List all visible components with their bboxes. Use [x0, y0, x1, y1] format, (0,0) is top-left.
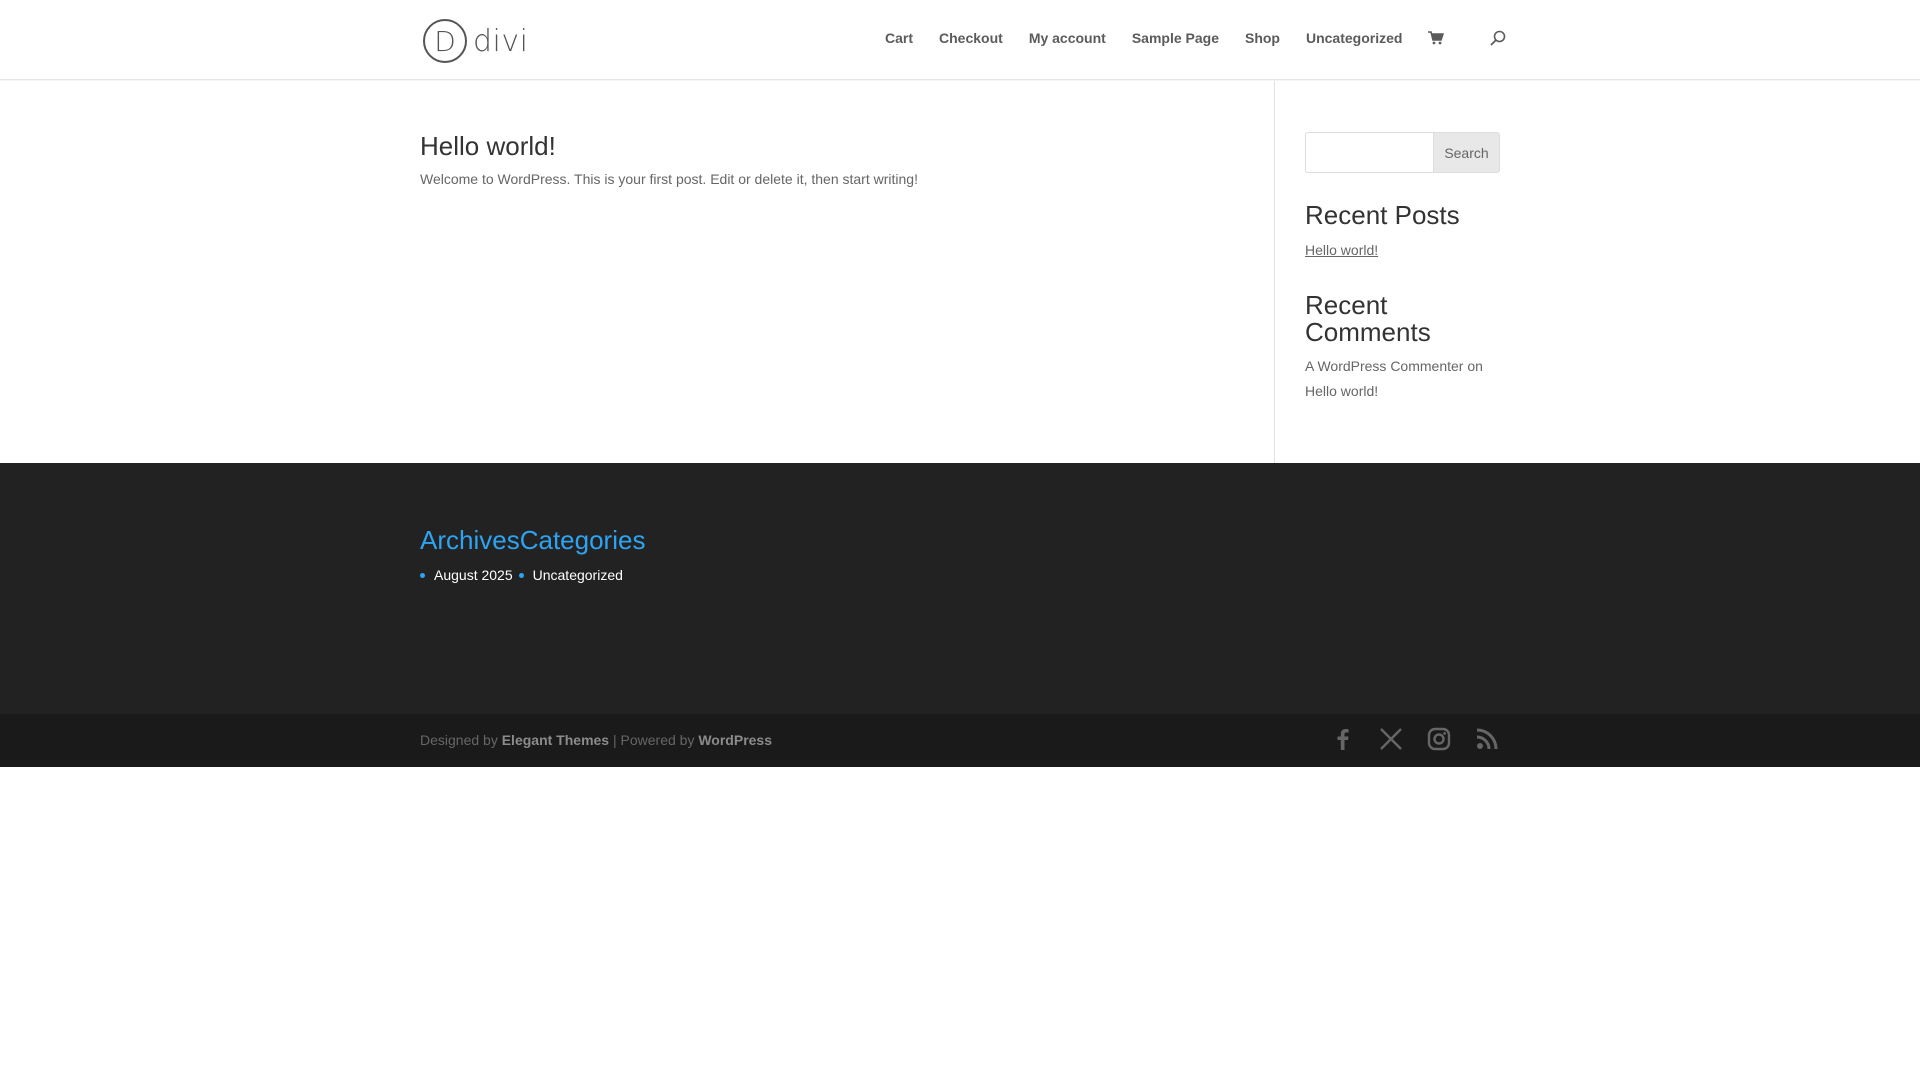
social-icons: [1308, 726, 1500, 752]
footer-credits: Designed by Elegant Themes | Powered by …: [420, 732, 772, 748]
logo-mark: D: [423, 19, 467, 63]
credits-designed-by: Designed by: [420, 732, 498, 748]
footer-headings: Archives Categories: [420, 525, 645, 556]
credits-separator: | Powered by: [612, 732, 695, 748]
recent-post-link[interactable]: Hello world!: [1305, 242, 1378, 258]
nav-uncategorized[interactable]: Uncategorized: [1306, 30, 1402, 46]
credits-wordpress-link[interactable]: WordPress: [698, 732, 772, 748]
facebook-icon[interactable]: [1330, 726, 1356, 752]
recent-comment-entry: A WordPress Commenter on: [1305, 358, 1483, 374]
comment-on-text: on: [1467, 358, 1483, 374]
main-content: Hello world! Welcome to WordPress. This …: [0, 81, 1920, 463]
archive-item-label[interactable]: August 2025: [434, 567, 513, 583]
credits-elegant-link[interactable]: Elegant Themes: [502, 732, 609, 748]
footer-list: August 2025 Uncategorized: [420, 567, 629, 583]
nav-sample-page[interactable]: Sample Page: [1132, 30, 1219, 46]
categories-title: Categories: [519, 525, 646, 555]
search-widget: Search: [1305, 132, 1500, 173]
logo-text: divi: [473, 23, 529, 59]
x-icon[interactable]: [1378, 726, 1404, 752]
search-icon[interactable]: [1490, 30, 1506, 46]
recent-comments-title-line2: Comments: [1305, 317, 1431, 347]
footer-bottom-bar: Designed by Elegant Themes | Powered by …: [0, 714, 1920, 767]
site-logo[interactable]: D divi: [423, 18, 528, 64]
footer-widgets: Archives Categories August 2025 Uncatego…: [0, 463, 1920, 714]
cart-icon[interactable]: [1428, 31, 1445, 45]
bullet-icon: [518, 572, 524, 578]
instagram-icon[interactable]: [1426, 726, 1452, 752]
category-item-label[interactable]: Uncategorized: [533, 567, 623, 583]
post-excerpt: Welcome to WordPress. This is your first…: [420, 171, 918, 187]
post-title[interactable]: Hello world!: [420, 131, 556, 162]
nav-my-account[interactable]: My account: [1029, 30, 1106, 46]
recent-comments-title-line1: Recent: [1305, 290, 1388, 320]
category-item[interactable]: Uncategorized: [518, 567, 623, 583]
main-nav: Cart Checkout My account Sample Page Sho…: [885, 30, 1506, 46]
comment-author-link[interactable]: A WordPress Commenter: [1305, 358, 1463, 374]
bullet-icon: [420, 572, 425, 578]
site-header: D divi Cart Checkout My account Sample P…: [0, 0, 1920, 80]
sidebar-divider: [1274, 81, 1275, 463]
rss-icon[interactable]: [1474, 726, 1500, 752]
archive-item[interactable]: August 2025: [420, 567, 513, 583]
search-button[interactable]: Search: [1433, 132, 1500, 173]
comment-post-link[interactable]: Hello world!: [1305, 383, 1378, 399]
nav-shop[interactable]: Shop: [1245, 30, 1280, 46]
archives-title: Archives: [420, 525, 520, 555]
recent-posts-title: Recent Posts: [1305, 200, 1460, 230]
search-input[interactable]: [1305, 132, 1433, 173]
nav-checkout[interactable]: Checkout: [939, 30, 1003, 46]
nav-cart[interactable]: Cart: [885, 30, 913, 46]
